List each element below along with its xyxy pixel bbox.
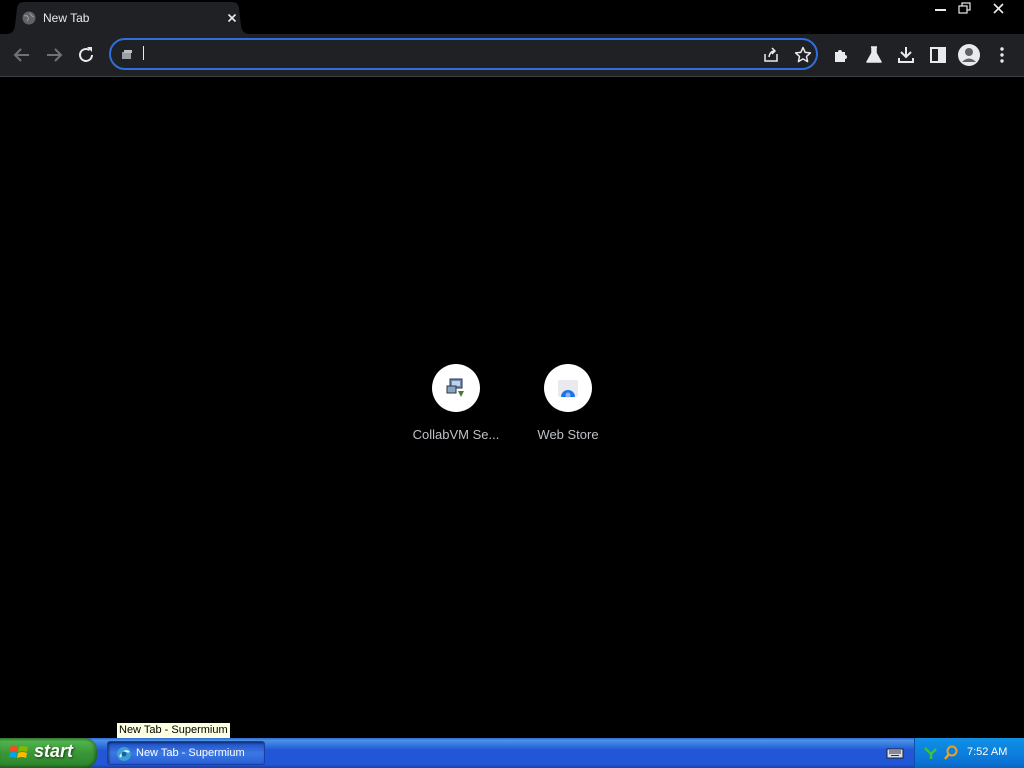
download-icon[interactable] <box>894 43 918 67</box>
restore-window-icon[interactable] <box>954 0 976 17</box>
extensions-puzzle-icon[interactable] <box>830 43 854 67</box>
shortcut-icon-circle <box>544 364 592 412</box>
toolbar-divider <box>0 76 1024 77</box>
share-icon[interactable] <box>761 45 781 65</box>
tab-new-tab[interactable]: New Tab <box>6 2 250 34</box>
side-panel-icon[interactable] <box>926 43 950 67</box>
taskbar-tooltip: New Tab - Supermium <box>116 722 231 739</box>
forward-arrow-icon[interactable] <box>42 43 66 67</box>
minimize-window-icon[interactable] <box>930 0 952 17</box>
web-store-icon <box>558 380 578 398</box>
windows-logo-icon <box>9 746 28 758</box>
taskbar-window-button[interactable]: New Tab - Supermium <box>107 741 265 765</box>
shortcut-collabvm[interactable]: CollabVM Se... <box>406 364 506 454</box>
site-info-icon[interactable] <box>120 48 134 62</box>
reload-icon[interactable] <box>74 43 98 67</box>
bookmark-star-icon[interactable] <box>793 45 813 65</box>
close-tab-icon[interactable] <box>224 10 240 26</box>
system-tray: 7:52 AM <box>914 738 1024 768</box>
kebab-menu-icon[interactable] <box>990 43 1014 67</box>
keyboard-language-icon[interactable] <box>886 746 904 760</box>
network-status-icon[interactable] <box>923 745 939 761</box>
profile-avatar-icon[interactable] <box>957 43 981 67</box>
shortcut-label: Web Store <box>537 427 599 442</box>
shortcut-web-store[interactable]: Web Store <box>518 364 618 454</box>
collabvm-icon <box>446 378 464 397</box>
start-button[interactable]: start <box>0 738 97 768</box>
start-label: start <box>34 741 74 761</box>
magnifier-icon[interactable] <box>943 745 959 761</box>
text-caret <box>143 46 144 60</box>
system-clock: 7:52 AM <box>967 746 1008 758</box>
address-bar[interactable] <box>109 38 818 70</box>
close-window-icon[interactable] <box>978 0 1020 17</box>
shortcut-icon-circle <box>432 364 480 412</box>
taskbar-window-label: New Tab - Supermium <box>136 747 245 759</box>
tab-title: New Tab <box>43 11 90 25</box>
labs-flask-icon[interactable] <box>862 43 886 67</box>
address-input[interactable] <box>141 45 755 65</box>
back-arrow-icon[interactable] <box>10 43 34 67</box>
shortcut-label: CollabVM Se... <box>412 427 500 442</box>
globe-icon <box>22 11 36 25</box>
supermium-icon <box>117 747 131 761</box>
